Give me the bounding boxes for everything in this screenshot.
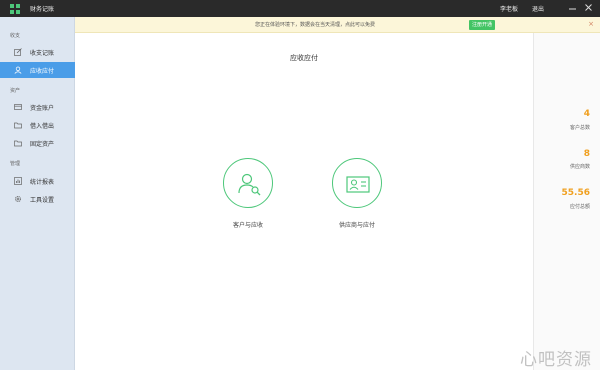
main-content: 应收应付 客户与应收 供应商与应付 (75, 33, 533, 370)
sidebar-item-borrow-lend[interactable]: 借入借出 (0, 117, 75, 133)
watermark-text: 心吧资源 (520, 350, 592, 370)
card-ring (332, 158, 382, 208)
sidebar-item-label: 收支记账 (30, 50, 55, 57)
stats-panel: 4 客户总数 8 供应商数 55.56 应付总额 (533, 33, 600, 370)
sidebar: 收支 收支记账 应收应付 资产 资金账户 借入借出 固定资产 管理 统计报表 工… (0, 17, 75, 370)
sidebar-item-label: 工具设置 (30, 197, 55, 204)
sidebar-item-bookkeeping[interactable]: 收支记账 (0, 44, 75, 60)
total-payable-value: 55.56 (561, 188, 590, 198)
close-notice-icon[interactable]: × (587, 20, 595, 29)
app-logo-icon (10, 4, 20, 14)
sidebar-section-title: 收支 (10, 33, 21, 39)
customer-count-label: 客户总数 (569, 125, 590, 131)
sidebar-item-label: 应收应付 (30, 68, 55, 75)
sidebar-item-label: 资金账户 (30, 105, 55, 112)
customers-receivables-card[interactable]: 客户与应收 (213, 158, 283, 248)
supplier-card-icon (346, 176, 370, 193)
card-label: 客户与应收 (232, 222, 263, 229)
gear-icon (15, 196, 21, 202)
sidebar-item-label: 借入借出 (30, 123, 55, 130)
logout-link[interactable]: 退出 (532, 4, 544, 13)
user-name[interactable]: 李老板 (500, 4, 518, 13)
trial-notice-text: 您正在体验环境下，数据会在当天清理，点此可以免费 (255, 22, 376, 28)
page-title: 应收应付 (290, 54, 318, 62)
sidebar-item-reports[interactable]: 统计报表 (0, 173, 75, 189)
trial-notice-bar: 您正在体验环境下，数据会在当天清理，点此可以免费 注册开通 × (75, 17, 600, 33)
watermark: 心吧资源 (508, 344, 600, 370)
edit-icon (14, 48, 22, 56)
title-bar: 财务记账 李老板 退出 (0, 0, 600, 17)
sidebar-item-settings[interactable]: 工具设置 (0, 191, 75, 207)
register-button[interactable]: 注册开通 (469, 20, 496, 30)
folder-icon (14, 140, 22, 147)
app-title: 财务记账 (30, 6, 55, 13)
close-icon[interactable] (584, 3, 593, 12)
supplier-count-value: 8 (583, 149, 590, 159)
sidebar-item-fixed-assets[interactable]: 固定资产 (0, 135, 75, 151)
card-ring (223, 158, 273, 208)
folder-icon (14, 122, 22, 129)
sidebar-item-label: 固定资产 (30, 141, 55, 148)
card-icon (14, 104, 22, 110)
chart-icon (14, 177, 22, 185)
sidebar-item-label: 统计报表 (30, 179, 55, 186)
sidebar-item-receivables-payables[interactable]: 应收应付 (0, 62, 75, 78)
sidebar-item-fund-accounts[interactable]: 资金账户 (0, 99, 75, 115)
minimize-icon[interactable] (568, 3, 577, 12)
sidebar-section-title: 资产 (10, 88, 21, 94)
suppliers-payables-card[interactable]: 供应商与应付 (322, 158, 392, 248)
total-payable-label: 应付总额 (569, 204, 590, 210)
supplier-count-label: 供应商数 (569, 164, 590, 170)
card-label: 供应商与应付 (338, 222, 375, 229)
contact-icon (14, 66, 22, 74)
customer-search-icon (238, 173, 261, 196)
sidebar-section-title: 管理 (10, 161, 21, 167)
customer-count-value: 4 (583, 109, 590, 119)
